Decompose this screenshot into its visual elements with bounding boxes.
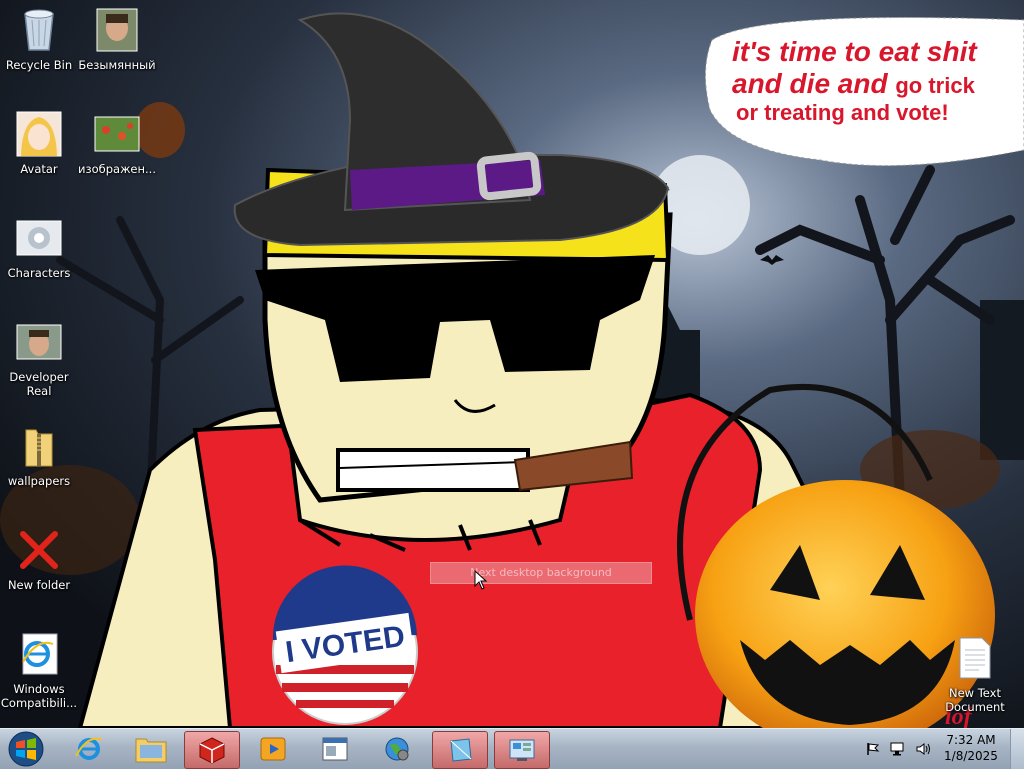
photo-thumbnail-icon <box>93 110 141 158</box>
zip-folder-icon <box>15 422 63 470</box>
desktop-icon-characters[interactable]: Characters <box>0 214 78 280</box>
clock-time: 7:32 AM <box>946 733 996 747</box>
desktop-icon-label: New Text Document <box>945 686 1005 714</box>
desktop-icon-bezymyannyi[interactable]: Безымянный <box>78 6 156 72</box>
start-button[interactable] <box>4 730 48 768</box>
recycle-bin-icon <box>15 6 63 54</box>
anime-avatar-icon <box>15 110 63 158</box>
desktop-icon-label: wallpapers <box>7 474 71 488</box>
next-background-tooltip[interactable]: Next desktop background <box>430 562 652 584</box>
windows-logo-icon <box>8 731 44 767</box>
desktop-icon-label: Windows Compatibili... <box>0 682 78 710</box>
bubble-line-2: and die and go trick <box>732 68 1024 100</box>
mouse-cursor-icon <box>474 570 488 590</box>
desktop-icon-developer-real[interactable]: Developer Real <box>0 318 78 398</box>
taskbar-file-explorer[interactable] <box>124 731 178 767</box>
show-desktop-button[interactable] <box>1010 729 1024 769</box>
control-panel-icon <box>509 739 535 761</box>
internet-explorer-icon <box>15 630 63 678</box>
speech-bubble-text: it's time to eat shit and die and go tri… <box>732 36 1024 126</box>
photo-thumbnail-icon <box>93 6 141 54</box>
taskbar-window-app[interactable] <box>308 731 362 767</box>
taskbar-media-player[interactable] <box>246 731 300 767</box>
taskbar-control-panel[interactable] <box>494 731 550 769</box>
bubble-line-2-small: go trick <box>895 73 975 99</box>
system-tray <box>866 729 932 769</box>
bubble-line-2-big: and die and <box>732 68 888 100</box>
desktop-icon-new-folder[interactable]: New folder <box>0 526 78 592</box>
taskbar-clock[interactable]: 7:32 AM 1/8/2025 <box>940 732 1002 764</box>
desktop-icon-label: Developer Real <box>9 370 69 398</box>
desktop-icon-label: New folder <box>7 578 71 592</box>
red-cube-icon <box>199 737 225 764</box>
taskbar-globe-app[interactable] <box>370 731 424 767</box>
taskbar-blue-diamond-app[interactable] <box>432 731 488 769</box>
red-x-icon <box>15 526 63 574</box>
volume-icon[interactable] <box>916 742 932 756</box>
desktop-icon-label: Avatar <box>20 162 58 176</box>
window-app-icon <box>322 737 348 761</box>
bubble-line-1: it's time to eat shit <box>732 36 977 67</box>
desktop-icon-label: изображен... <box>78 162 156 176</box>
desktop-icon-wallpapers[interactable]: wallpapers <box>0 422 78 488</box>
folder-icon <box>135 738 167 763</box>
desktop-icon-new-text-document[interactable]: New Text Document <box>936 634 1014 714</box>
media-player-icon <box>260 737 286 761</box>
desktop-icon-izobrazhenie[interactable]: изображен... <box>78 110 156 176</box>
desktop-icon-label: Безымянный <box>78 58 156 72</box>
photo-thumbnail-icon <box>15 318 63 366</box>
desktop-icon-windows-compatibility[interactable]: Windows Compatibili... <box>0 630 78 710</box>
internet-explorer-icon <box>75 737 103 760</box>
taskbar: 7:32 AM 1/8/2025 <box>0 728 1024 769</box>
mouth-teeth <box>336 448 530 492</box>
i-voted-badge: I VOTED <box>272 565 418 725</box>
globe-icon <box>385 737 409 761</box>
desktop-icon-label: Recycle Bin <box>5 58 73 72</box>
desktop-icon-avatar[interactable]: Avatar <box>0 110 78 176</box>
taskbar-app-red-cube[interactable] <box>184 731 240 769</box>
characters-icon <box>15 214 63 262</box>
action-center-flag-icon[interactable] <box>866 742 880 756</box>
network-icon[interactable] <box>890 742 906 756</box>
desktop-icon-recycle-bin[interactable]: Recycle Bin <box>0 6 78 72</box>
text-document-icon <box>951 634 999 682</box>
clock-date: 1/8/2025 <box>944 749 998 763</box>
bubble-line-3: or treating and vote! <box>736 100 949 126</box>
taskbar-internet-explorer[interactable] <box>62 731 116 767</box>
blue-diamond-icon <box>450 738 472 762</box>
desktop-icon-label: Characters <box>7 266 71 280</box>
